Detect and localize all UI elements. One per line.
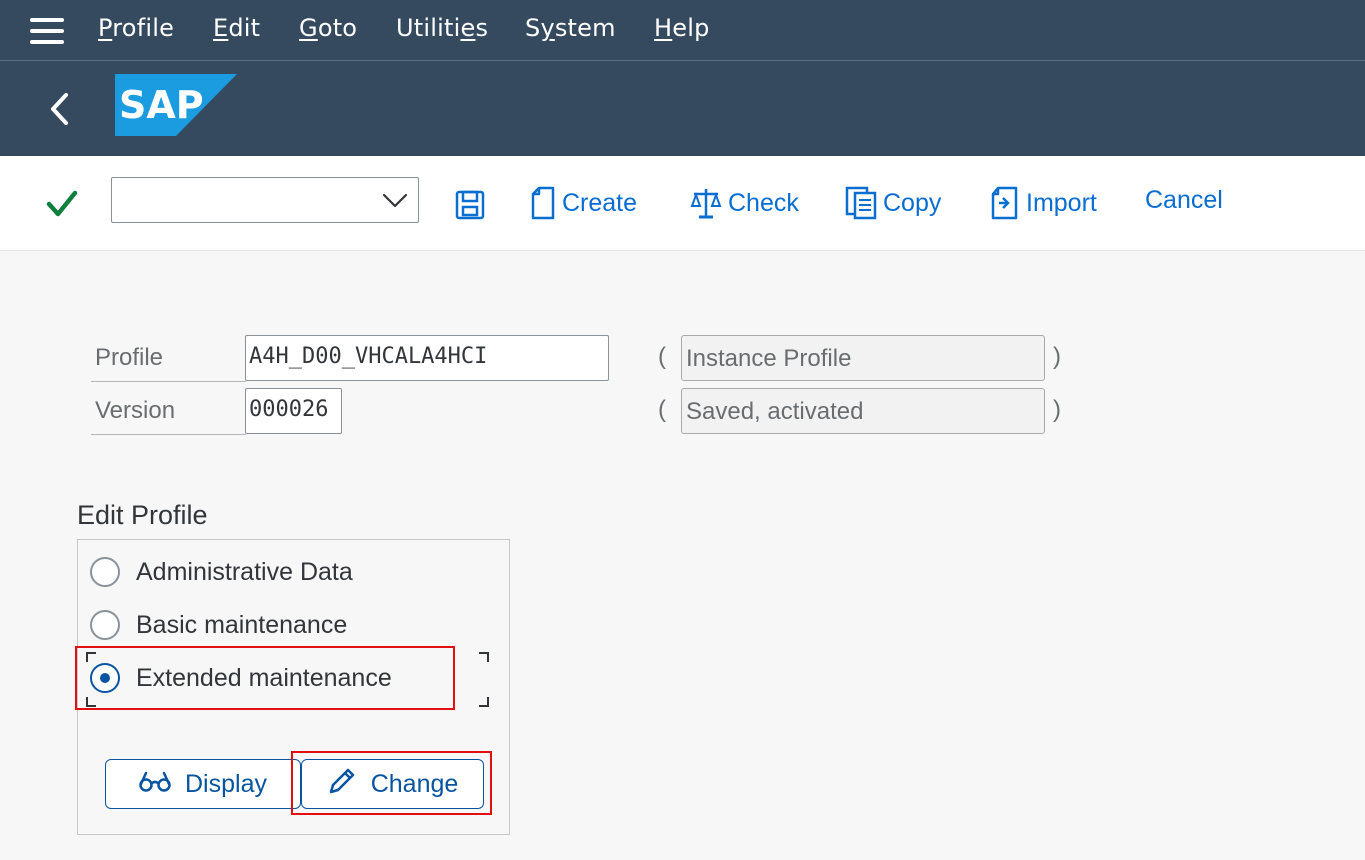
sap-logo-text: SAP	[119, 83, 204, 127]
menu-help-label: elp	[672, 14, 710, 42]
display-button-label: Display	[185, 769, 267, 798]
glasses-icon	[139, 770, 171, 799]
version-input[interactable]: 000026	[245, 388, 342, 434]
radio-administrative-data[interactable]: Administrative Data	[90, 557, 353, 587]
version-label: Version	[95, 397, 176, 424]
sap-logo: SAP	[115, 74, 237, 140]
copy-button-label: Copy	[883, 188, 942, 217]
profile-label: Profile	[95, 344, 164, 371]
import-icon	[990, 186, 1020, 220]
import-button[interactable]: Import	[990, 186, 1097, 220]
menu-edit-label: dit	[228, 14, 261, 42]
profile-type-field: Instance Profile	[681, 335, 1045, 381]
menu-edit[interactable]: Edit	[213, 14, 260, 42]
import-button-label: Import	[1026, 188, 1097, 217]
focus-corner-top-right	[479, 652, 489, 662]
menu-system-mnemonic: y	[540, 14, 555, 42]
menu-system[interactable]: System	[525, 14, 616, 42]
profile-label-underline	[91, 381, 246, 382]
cancel-button-label: Cancel	[1145, 186, 1223, 214]
menu-system-label-start: S	[525, 14, 541, 42]
menu-bar: Profile Edit Goto Utilities System Help	[0, 0, 1365, 60]
version-status-open-paren: (	[658, 396, 666, 423]
profile-input[interactable]: A4H_D00_VHCALA4HCI	[245, 335, 609, 381]
cancel-button[interactable]: Cancel	[1145, 186, 1223, 215]
extended-maintenance-highlight	[75, 646, 455, 710]
copy-button[interactable]: Copy	[845, 186, 941, 220]
radio-basic-maintenance-label: Basic maintenance	[136, 610, 348, 639]
focus-corner-bottom-right	[479, 697, 489, 707]
create-button[interactable]: Create	[530, 186, 637, 220]
hamburger-menu-icon[interactable]	[30, 18, 64, 44]
radio-administrative-data-label: Administrative Data	[136, 557, 353, 586]
menu-utilities[interactable]: Utilities	[396, 14, 488, 42]
menu-system-label-end: stem	[554, 14, 616, 42]
radio-button[interactable]	[90, 557, 120, 587]
menu-profile[interactable]: Profile	[98, 14, 174, 42]
chevron-down-icon[interactable]	[382, 190, 408, 214]
profile-type-open-paren: (	[658, 343, 666, 370]
new-document-icon	[530, 186, 556, 220]
menu-utilities-mnemonic: e	[460, 14, 476, 42]
menu-profile-label: rofile	[112, 14, 175, 42]
menu-utilities-label-end: s	[475, 14, 489, 42]
change-button-highlight	[291, 751, 492, 815]
edit-profile-title: Edit Profile	[77, 500, 208, 530]
back-arrow-icon[interactable]	[45, 91, 75, 127]
save-icon	[455, 190, 485, 220]
version-status-field: Saved, activated	[681, 388, 1045, 434]
menu-goto-mnemonic: G	[299, 14, 318, 42]
version-status-close-paren: )	[1053, 396, 1061, 423]
title-bar: SAP	[0, 61, 1365, 156]
enter-checkmark-icon[interactable]	[46, 190, 78, 222]
menu-goto[interactable]: Goto	[299, 14, 357, 42]
menu-profile-mnemonic: P	[98, 14, 113, 42]
menu-edit-mnemonic: E	[213, 14, 229, 42]
create-button-label: Create	[562, 188, 638, 217]
menu-utilities-label-start: Utiliti	[396, 14, 461, 42]
check-button[interactable]: Check	[690, 186, 799, 220]
display-button[interactable]: Display	[105, 759, 301, 809]
menu-help-mnemonic: H	[654, 14, 673, 42]
menu-help[interactable]: Help	[654, 14, 710, 42]
radio-basic-maintenance[interactable]: Basic maintenance	[90, 610, 347, 640]
command-field[interactable]	[111, 177, 419, 223]
radio-button[interactable]	[90, 610, 120, 640]
version-label-underline	[91, 434, 246, 435]
balance-scale-icon	[690, 186, 722, 220]
save-button[interactable]	[455, 190, 485, 220]
profile-type-close-paren: )	[1053, 343, 1061, 370]
check-button-label: Check	[728, 188, 799, 217]
copy-icon	[845, 186, 877, 220]
menu-goto-label: oto	[317, 14, 358, 42]
